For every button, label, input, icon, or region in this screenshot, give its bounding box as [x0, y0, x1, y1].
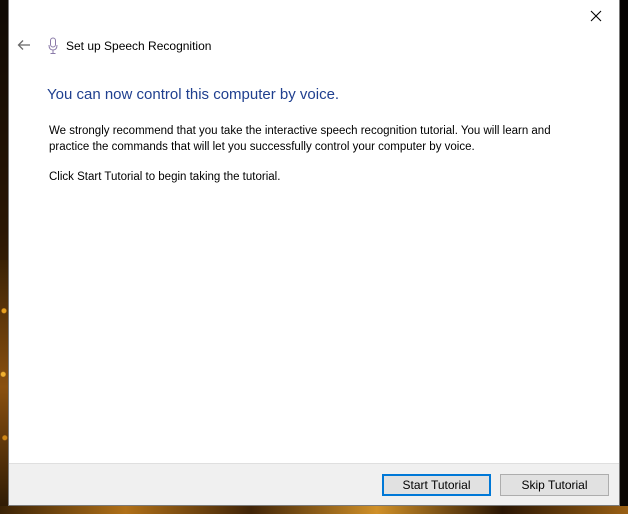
back-button[interactable]: [13, 34, 35, 56]
window-title: Set up Speech Recognition: [66, 39, 212, 53]
speech-recognition-dialog: Set up Speech Recognition You can now co…: [8, 0, 620, 506]
page-heading: You can now control this computer by voi…: [47, 86, 340, 103]
back-arrow-icon: [17, 40, 30, 50]
description-paragraph: We strongly recommend that you take the …: [49, 125, 551, 153]
desktop-wallpaper-bottom: [0, 506, 628, 514]
button-footer: Start Tutorial Skip Tutorial: [9, 463, 619, 505]
desktop-wallpaper-left: [0, 260, 8, 514]
title-bar: [9, 0, 619, 32]
wizard-header: Set up Speech Recognition: [9, 32, 619, 60]
description-text: We strongly recommend that you take the …: [49, 124, 589, 186]
microphone-icon: [48, 37, 58, 54]
skip-tutorial-button[interactable]: Skip Tutorial: [500, 474, 609, 496]
start-tutorial-button[interactable]: Start Tutorial: [382, 474, 491, 496]
close-icon: [590, 10, 602, 22]
close-button[interactable]: [573, 0, 619, 32]
instruction-paragraph: Click Start Tutorial to begin taking the…: [49, 171, 281, 183]
